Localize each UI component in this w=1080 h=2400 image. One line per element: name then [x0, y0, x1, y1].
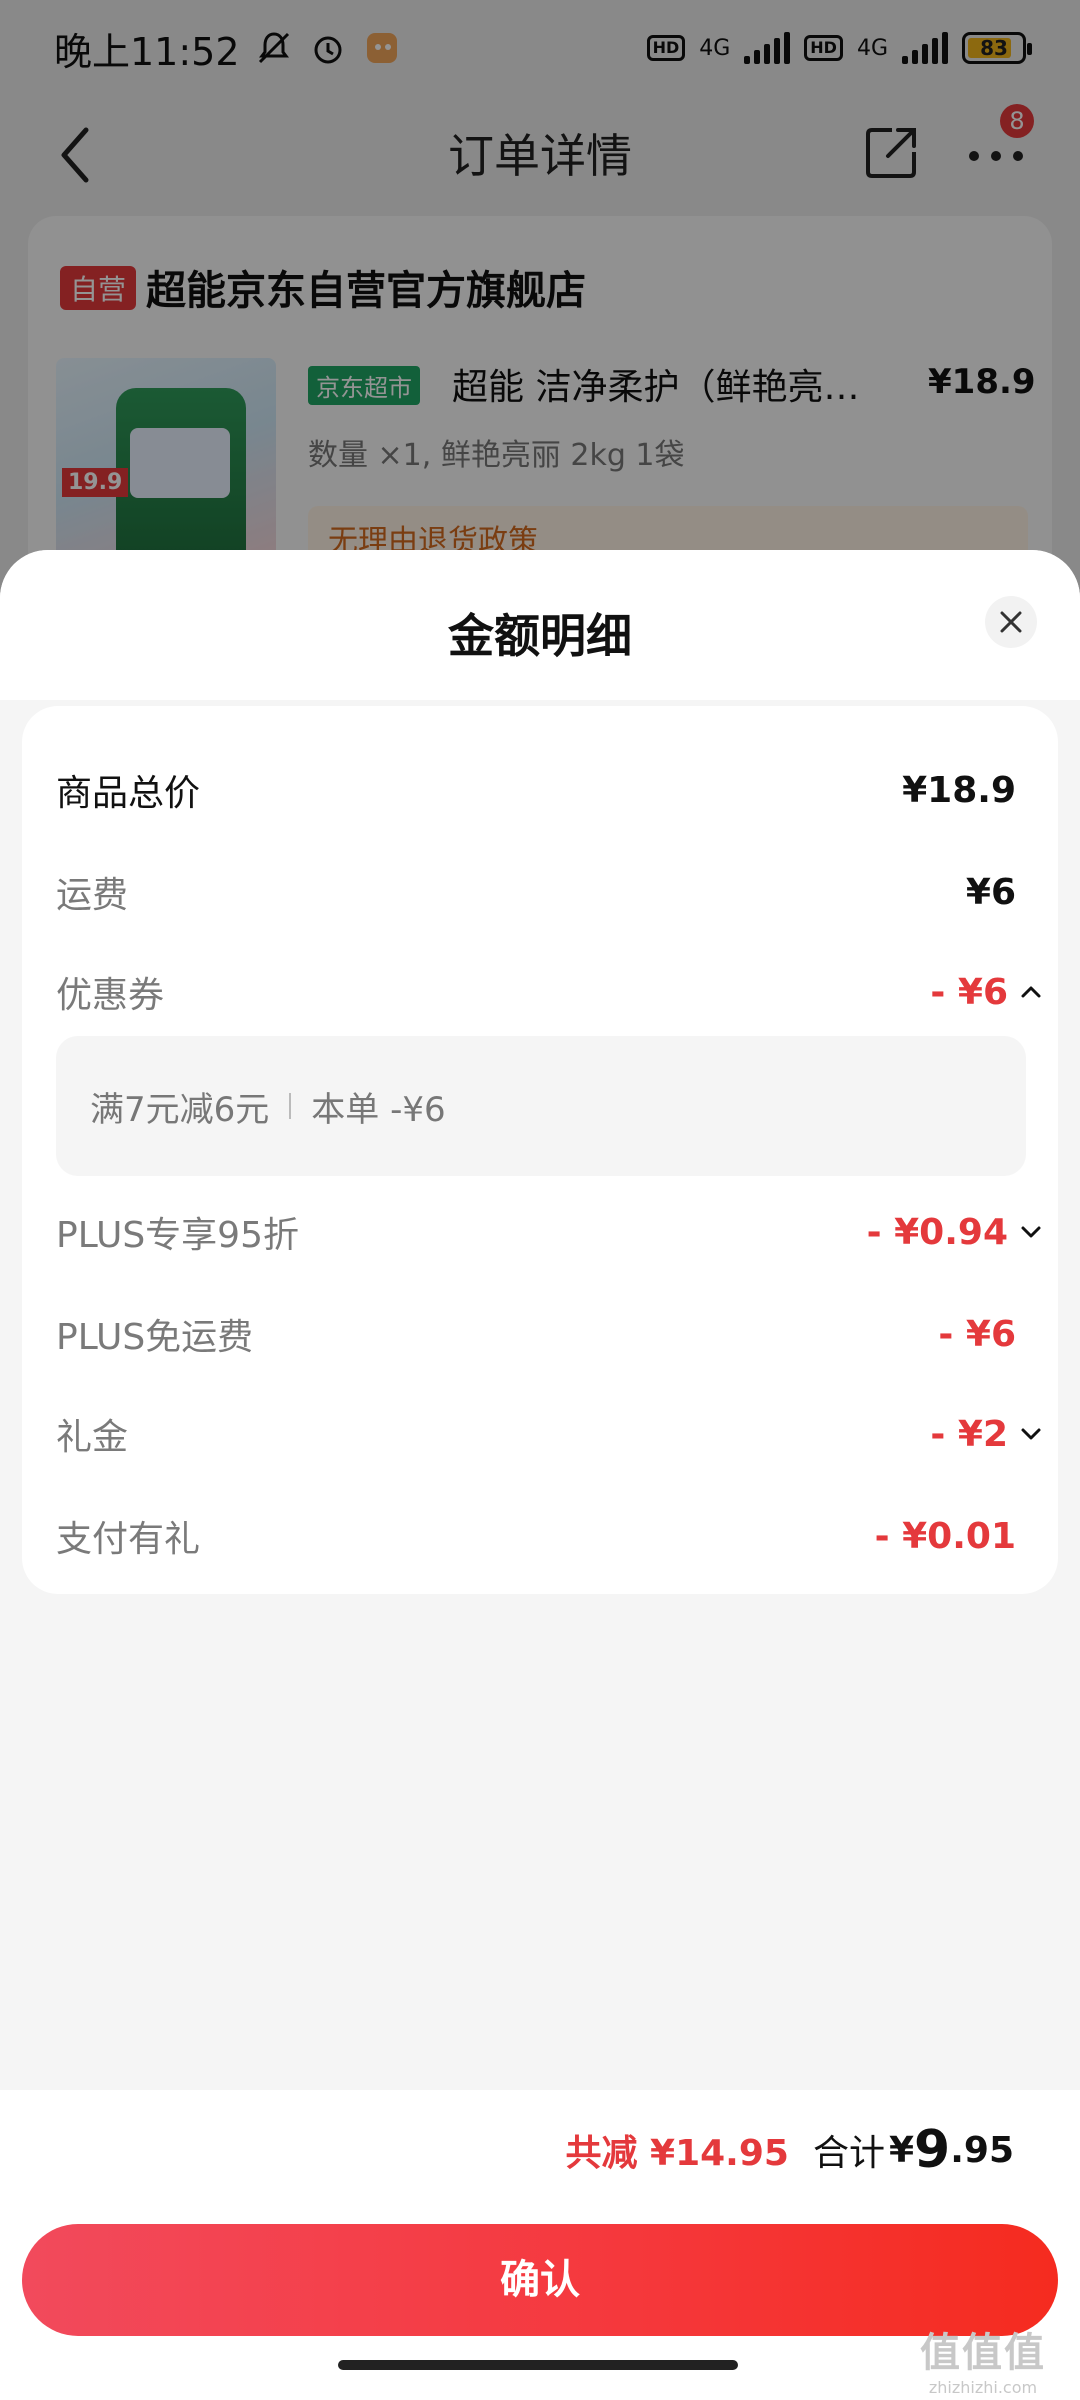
- total-amount-integer: 9: [914, 2120, 951, 2180]
- confirm-area: 确认: [0, 2210, 1080, 2400]
- row-value: - ¥6: [930, 971, 1008, 1013]
- row-label: 优惠券: [56, 975, 165, 1016]
- row-label: 运费: [56, 875, 129, 916]
- row-value: - ¥0.01: [874, 1515, 1016, 1557]
- row-label: 商品总价: [56, 773, 201, 814]
- row-coupon[interactable]: 优惠券 - ¥6: [56, 962, 1046, 1022]
- chevron-up-icon[interactable]: [1016, 977, 1046, 1007]
- total-label: 合计: [812, 2133, 885, 2174]
- row-value: ¥6: [965, 871, 1016, 913]
- row-value: ¥18.9: [902, 769, 1016, 811]
- chevron-down-icon[interactable]: [1016, 1217, 1046, 1247]
- row-plus-free-shipping: PLUS免运费 - ¥6: [56, 1304, 1046, 1364]
- sheet-header: 金额明细: [0, 550, 1080, 700]
- chevron-down-icon[interactable]: [1016, 1419, 1046, 1449]
- watermark-logo: 值值值: [920, 2330, 1046, 2376]
- coupon-this-order: 本单 -¥6: [311, 1089, 446, 1130]
- row-label: 礼金: [56, 1417, 129, 1458]
- total-currency: ¥: [888, 2129, 915, 2171]
- summary-bar: 共减 ¥14.95 合计 ¥ 9 .95: [0, 2090, 1080, 2210]
- total-saved: 共减 ¥14.95: [565, 2133, 789, 2174]
- home-indicator[interactable]: [338, 2360, 738, 2370]
- watermark: 值值值 zhizhizhi.com: [920, 2320, 1046, 2397]
- row-label: 支付有礼: [56, 1519, 201, 1560]
- amount-detail-card: 商品总价 ¥18.9 运费 ¥6 优惠券 - ¥6 满7元减6元 本单 -¥6 …: [22, 706, 1058, 1594]
- row-label: PLUS专享95折: [56, 1215, 299, 1256]
- watermark-url: zhizhizhi.com: [928, 2378, 1038, 2397]
- divider: [289, 1093, 292, 1119]
- coupon-condition: 满7元减6元: [90, 1089, 270, 1130]
- close-icon: [1000, 611, 1022, 633]
- row-payment-gift: 支付有礼 - ¥0.01: [56, 1506, 1046, 1566]
- row-value: - ¥6: [938, 1313, 1016, 1355]
- row-label: PLUS免运费: [56, 1317, 254, 1358]
- total-amount-decimal: .95: [950, 2129, 1014, 2171]
- sheet-title: 金额明细: [448, 609, 632, 663]
- row-gift-money[interactable]: 礼金 - ¥2: [56, 1404, 1046, 1464]
- row-value: - ¥0.94: [866, 1211, 1008, 1253]
- row-shipping-fee: 运费 ¥6: [56, 862, 1046, 922]
- confirm-button[interactable]: 确认: [22, 2224, 1058, 2336]
- row-plus-discount[interactable]: PLUS专享95折 - ¥0.94: [56, 1202, 1046, 1262]
- close-button[interactable]: [985, 596, 1037, 648]
- coupon-detail: 满7元减6元 本单 -¥6: [56, 1036, 1026, 1176]
- row-value: - ¥2: [930, 1413, 1008, 1455]
- row-goods-total: 商品总价 ¥18.9: [56, 760, 1046, 820]
